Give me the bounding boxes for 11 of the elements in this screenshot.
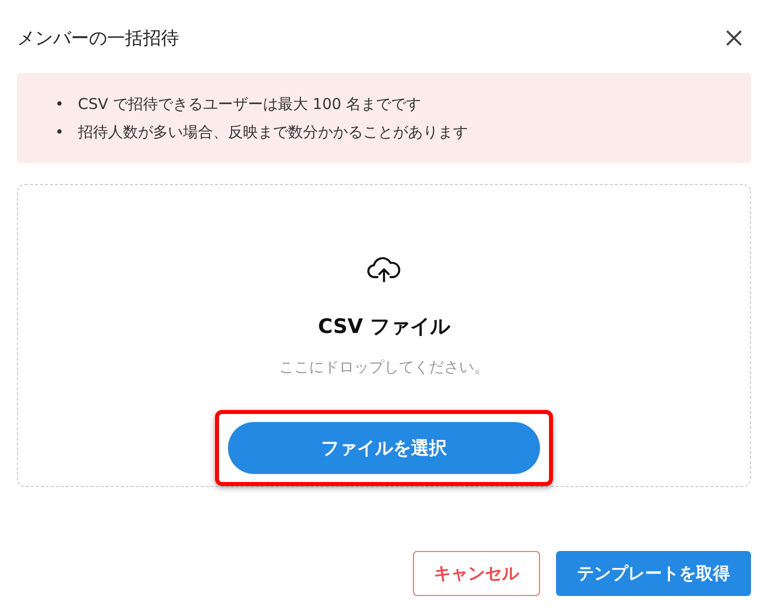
- notice-text: 招待人数が多い場合、反映まで数分かかることがあります: [78, 122, 468, 143]
- dialog-title: メンバーの一括招待: [17, 27, 179, 50]
- dropzone-hint: ここにドロップしてください。: [279, 358, 489, 377]
- select-file-button[interactable]: ファイルを選択: [228, 422, 540, 474]
- bullet: •: [55, 122, 64, 143]
- dropzone-title: CSV ファイル: [318, 313, 450, 340]
- notice-text: CSV で招待できるユーザーは最大 100 名までです: [78, 94, 422, 115]
- template-button[interactable]: テンプレートを取得: [556, 551, 751, 596]
- bullet: •: [55, 94, 64, 115]
- drop-zone[interactable]: CSV ファイル ここにドロップしてください。 ファイルを選択: [17, 184, 751, 487]
- cancel-button[interactable]: キャンセル: [413, 551, 540, 596]
